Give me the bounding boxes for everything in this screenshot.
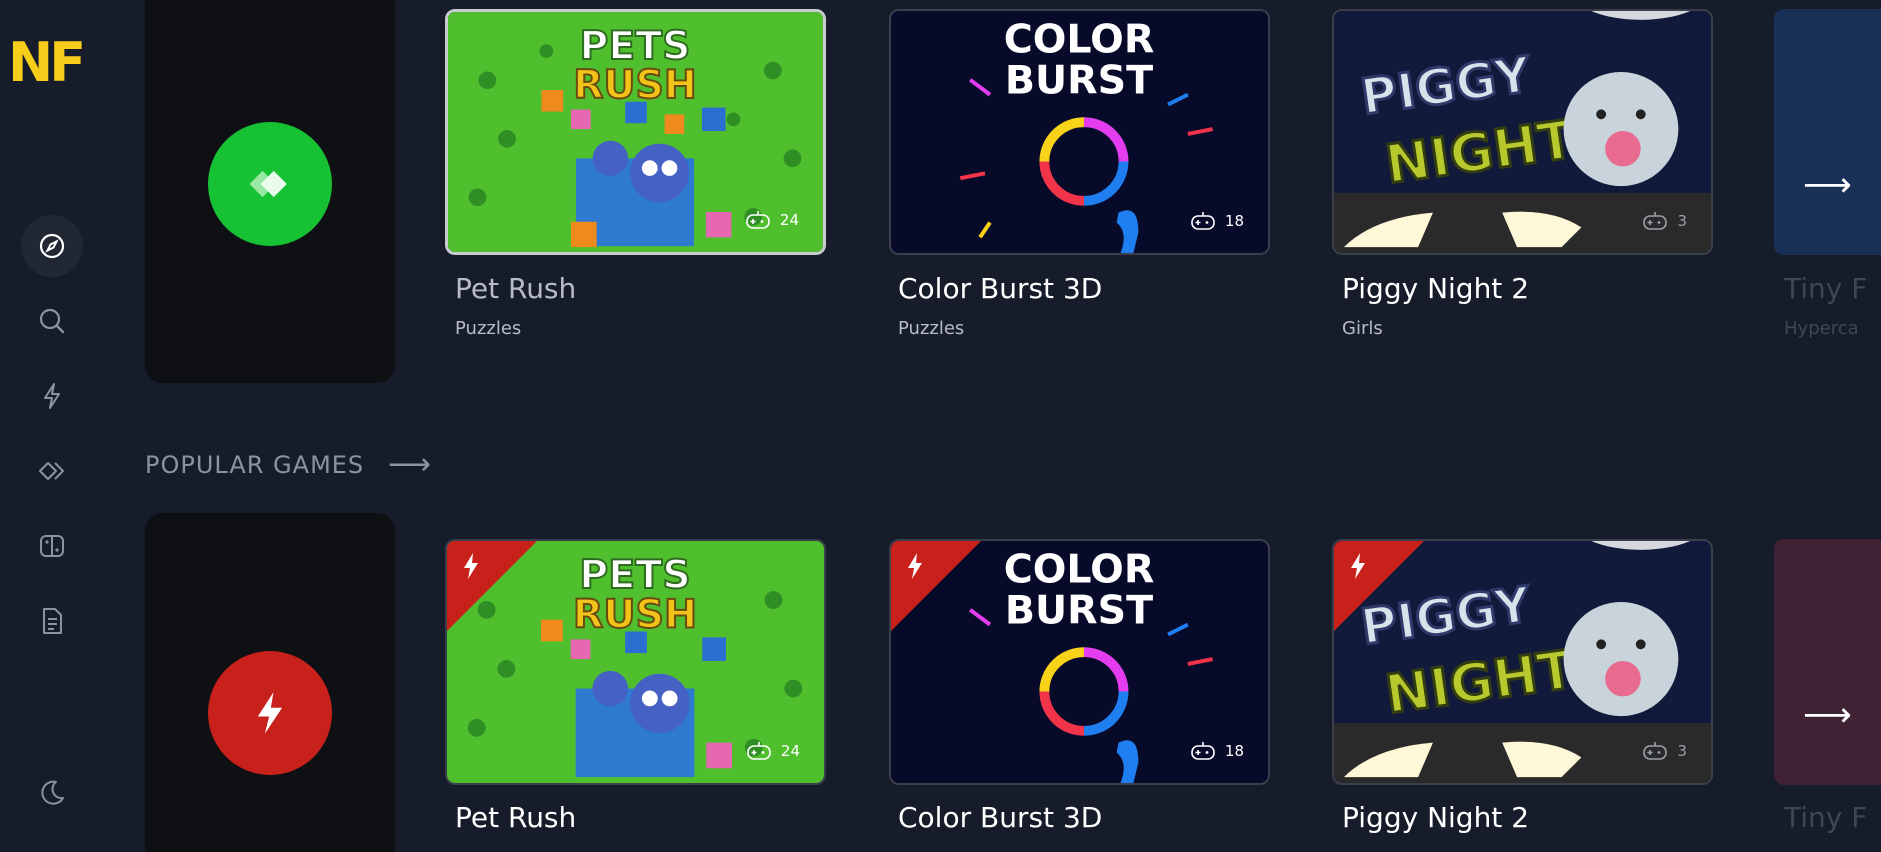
gamepad-icon: [1191, 212, 1215, 230]
new-games-tile[interactable]: [145, 0, 395, 383]
player-count: 24: [746, 210, 799, 230]
gamepad-icon: [1191, 742, 1215, 760]
game-title[interactable]: Pet Rush: [455, 801, 576, 834]
svg-text:RUSH: RUSH: [573, 63, 697, 108]
lightning-icon: [257, 692, 283, 734]
game-title[interactable]: Piggy Night 2: [1342, 272, 1529, 305]
scroll-right-arrow[interactable]: ⟶: [1803, 695, 1852, 735]
game-title[interactable]: Pet Rush: [455, 272, 576, 305]
lightning-icon: [464, 553, 478, 579]
game-card-peek[interactable]: [1774, 9, 1881, 255]
gamepad-icon: [1643, 212, 1668, 230]
game-card-piggy-night[interactable]: PIGGY NIGHT 3: [1332, 9, 1713, 255]
game-card-pet-rush-popular[interactable]: PETS RUSH 24: [445, 539, 826, 785]
main-content: PETS RUSH 24 Pet Rush Puzzles COLOR BURS…: [0, 0, 1881, 852]
lightning-icon: [908, 553, 922, 579]
game-title[interactable]: Piggy Night 2: [1342, 801, 1529, 834]
svg-text:BURST: BURST: [1005, 588, 1153, 634]
svg-text:COLOR: COLOR: [1004, 546, 1155, 592]
game-title[interactable]: Tiny F: [1784, 801, 1867, 834]
gamepad-icon: [746, 211, 770, 229]
game-category[interactable]: Girls: [1342, 318, 1383, 339]
game-title[interactable]: Tiny F: [1784, 272, 1867, 305]
game-title[interactable]: Color Burst 3D: [898, 801, 1102, 834]
scroll-right-arrow[interactable]: ⟶: [1803, 165, 1852, 205]
svg-text:COLOR: COLOR: [1004, 16, 1155, 62]
game-card-peek[interactable]: [1774, 539, 1881, 785]
popular-games-circle: [208, 651, 332, 775]
svg-text:BURST: BURST: [1005, 58, 1153, 104]
game-card-color-burst-popular[interactable]: COLOR BURST 18: [889, 539, 1270, 785]
section-arrow-icon[interactable]: ⟶: [388, 447, 431, 482]
popular-games-tile[interactable]: [145, 513, 395, 852]
game-category[interactable]: Hyperca: [1784, 318, 1859, 339]
svg-text:RUSH: RUSH: [573, 592, 697, 638]
player-count: 3: [1643, 211, 1687, 231]
game-title[interactable]: Color Burst 3D: [898, 272, 1102, 305]
lightning-icon: [1351, 553, 1365, 579]
section-title-popular[interactable]: POPULAR GAMES: [145, 451, 364, 479]
game-category[interactable]: Puzzles: [898, 318, 964, 339]
game-category[interactable]: Puzzles: [455, 318, 521, 339]
player-count: 24: [747, 741, 800, 761]
player-count: 18: [1191, 211, 1244, 231]
game-card-color-burst[interactable]: COLOR BURST 18: [889, 9, 1270, 255]
new-games-circle: [208, 122, 332, 246]
player-count: 18: [1191, 741, 1244, 761]
game-card-pet-rush[interactable]: PETS RUSH 24: [445, 9, 826, 255]
gamepad-icon: [1643, 742, 1668, 760]
diamond-icon: [249, 170, 287, 198]
game-card-piggy-night-popular[interactable]: PIGGY NIGHT 3: [1332, 539, 1713, 785]
gamepad-icon: [747, 742, 771, 760]
player-count: 3: [1643, 741, 1687, 761]
